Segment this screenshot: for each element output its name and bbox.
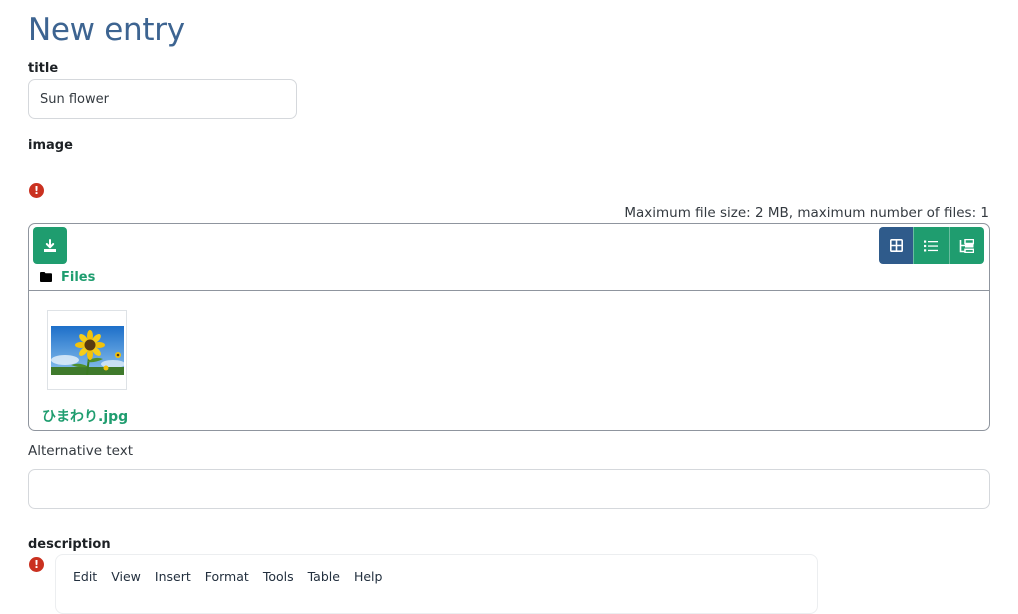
menu-view[interactable]: View [104, 569, 148, 584]
download-icon [44, 238, 56, 252]
menu-table[interactable]: Table [301, 569, 347, 584]
list-icon [924, 240, 939, 251]
max-file-info: Maximum file size: 2 MB, maximum number … [624, 205, 989, 221]
grid-icon [889, 239, 903, 252]
page-title: New entry [28, 12, 185, 48]
menu-insert[interactable]: Insert [148, 569, 198, 584]
alt-text-label: Alternative text [28, 443, 134, 459]
menu-edit[interactable]: Edit [70, 569, 104, 584]
image-label: image [28, 138, 73, 153]
title-label: title [28, 61, 59, 76]
title-input[interactable] [28, 79, 297, 119]
icons-view-button[interactable] [879, 227, 914, 264]
exclamation-circle-icon: ! [29, 183, 44, 198]
rich-text-editor: Edit View Insert Format Tools Table Help [55, 554, 818, 614]
sunflower-image [51, 326, 124, 375]
alt-text-input[interactable] [28, 469, 990, 509]
path-files-link[interactable]: Files [61, 270, 95, 285]
tree-view-button[interactable] [948, 227, 984, 264]
tree-icon [960, 238, 975, 253]
file-manager: Files ひまわり.jpg [28, 223, 990, 431]
list-view-button[interactable] [913, 227, 949, 264]
file-thumbnail[interactable] [47, 310, 127, 390]
menu-format[interactable]: Format [198, 569, 256, 584]
view-toggle-group [879, 227, 984, 264]
folder-icon [40, 272, 52, 282]
menu-tools[interactable]: Tools [256, 569, 301, 584]
description-label: description [28, 537, 111, 552]
add-file-button[interactable] [33, 227, 67, 264]
editor-menubar: Edit View Insert Format Tools Table Help [70, 569, 389, 584]
menu-help[interactable]: Help [347, 569, 390, 584]
exclamation-circle-icon: ! [29, 557, 44, 572]
file-name[interactable]: ひまわり.jpg [42, 406, 128, 426]
file-manager-toolbar: Files [29, 224, 989, 291]
